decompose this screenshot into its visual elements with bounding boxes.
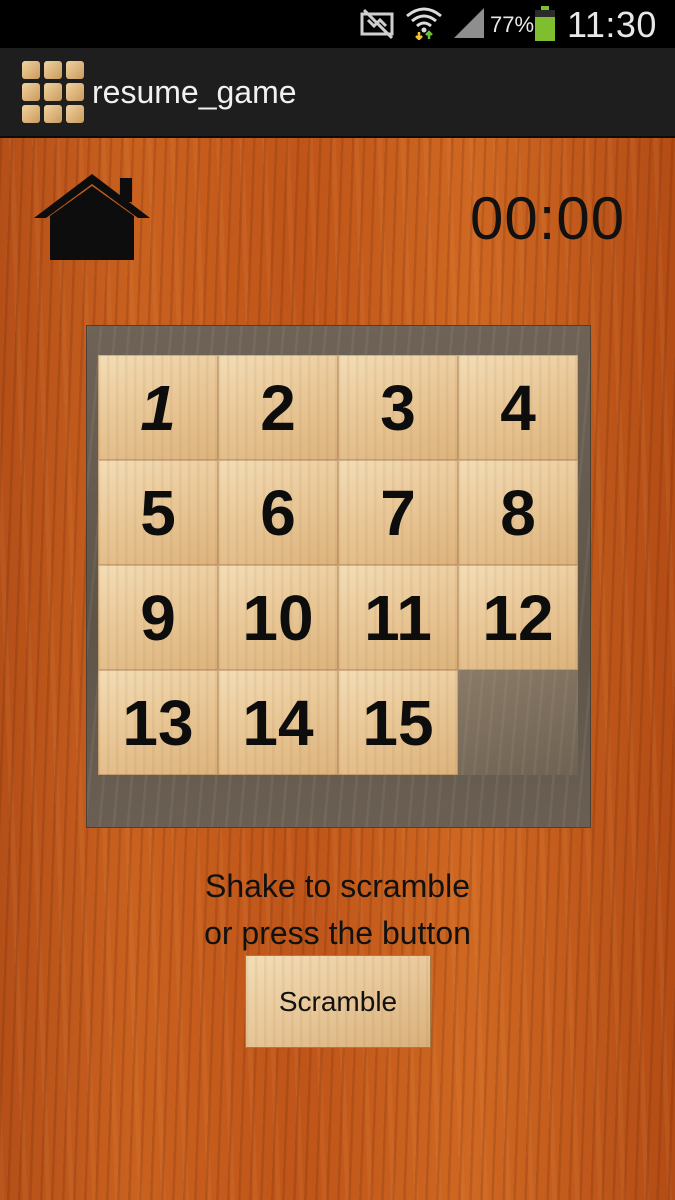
game-timer: 00:00: [470, 185, 626, 252]
tile-grid: 1 2 3 4 5 6 7 8 9 10 11 12 13 14 15: [98, 355, 578, 775]
grid-app-icon[interactable]: [22, 61, 84, 123]
puzzle-tile-2[interactable]: 2: [218, 355, 338, 460]
puzzle-tile-15[interactable]: 15: [338, 670, 458, 775]
mute-icon: [360, 8, 394, 40]
puzzle-tile-7[interactable]: 7: [338, 460, 458, 565]
puzzle-tile-3[interactable]: 3: [338, 355, 458, 460]
puzzle-tile-4[interactable]: 4: [458, 355, 578, 460]
status-time: 11:30: [567, 4, 657, 45]
puzzle-tile-12[interactable]: 12: [458, 565, 578, 670]
status-bar: 77% 11:30: [0, 0, 675, 48]
scramble-button[interactable]: Scramble: [245, 955, 431, 1048]
hint-text-line2: or press the button: [204, 915, 471, 951]
home-icon[interactable]: [30, 170, 154, 262]
puzzle-tile-1[interactable]: 1: [98, 355, 218, 460]
puzzle-tile-10[interactable]: 10: [218, 565, 338, 670]
puzzle-tile-9[interactable]: 9: [98, 565, 218, 670]
puzzle-tile-6[interactable]: 6: [218, 460, 338, 565]
puzzle-tile-14[interactable]: 14: [218, 670, 338, 775]
empty-slot[interactable]: [458, 670, 578, 775]
hint-text-line1: Shake to scramble: [204, 868, 470, 904]
page-title: resume_game: [92, 74, 297, 110]
puzzle-tile-8[interactable]: 8: [458, 460, 578, 565]
signal-icon: [454, 8, 484, 38]
battery-percent: 77%: [490, 12, 535, 37]
action-bar: resume_game: [0, 48, 675, 138]
puzzle-tile-11[interactable]: 11: [338, 565, 458, 670]
wifi-icon: [406, 7, 442, 40]
puzzle-tile-5[interactable]: 5: [98, 460, 218, 565]
puzzle-tile-13[interactable]: 13: [98, 670, 218, 775]
battery-icon: [535, 6, 555, 41]
